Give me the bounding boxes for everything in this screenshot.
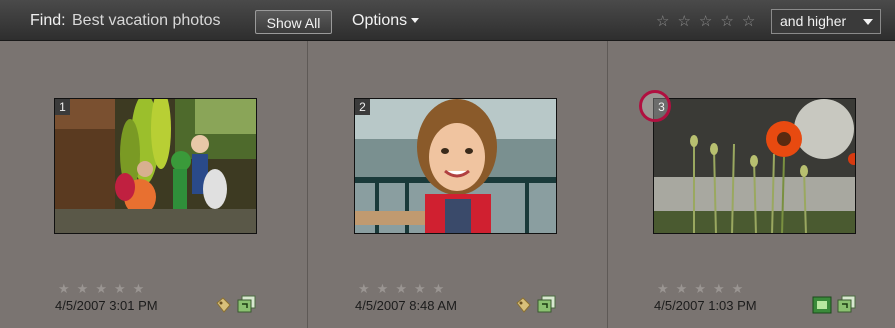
find-label: Find:: [30, 12, 66, 29]
rating-filter-stars[interactable]: ☆ ☆ ☆ ☆ ☆: [656, 12, 763, 31]
photo-image: [355, 99, 556, 233]
star-icon[interactable]: ★: [676, 281, 688, 297]
show-all-button[interactable]: Show All: [255, 10, 332, 34]
photo-date: 4/5/2007 3:01 PM: [55, 298, 158, 313]
stack-icon[interactable]: [237, 295, 257, 314]
star-icon[interactable]: ★: [77, 281, 89, 297]
star-icon[interactable]: ★: [133, 281, 145, 297]
options-menu[interactable]: Options: [352, 12, 420, 30]
photo-rating[interactable]: ★ ★ ★ ★ ★: [657, 280, 750, 298]
photo-number: 2: [355, 99, 370, 115]
star-icon[interactable]: ★: [732, 281, 744, 297]
star-icon[interactable]: ★: [395, 281, 407, 297]
star-icon[interactable]: ★: [114, 281, 126, 297]
star-icon[interactable]: ☆: [656, 12, 669, 30]
photo-number: 1: [55, 99, 70, 115]
star-icon[interactable]: ☆: [720, 12, 733, 30]
star-icon[interactable]: ★: [95, 281, 107, 297]
video-icon[interactable]: [812, 296, 832, 314]
photo-date: 4/5/2007 1:03 PM: [654, 298, 757, 313]
photo-thumbnail[interactable]: 3: [653, 98, 856, 234]
tag-icon[interactable]: [215, 297, 231, 313]
star-icon[interactable]: ★: [414, 281, 426, 297]
star-icon[interactable]: ★: [694, 281, 706, 297]
options-label: Options: [352, 12, 408, 29]
star-icon[interactable]: ☆: [699, 12, 712, 30]
find-bar: Find: Best vacation photos Show All Opti…: [0, 0, 895, 41]
star-icon[interactable]: ☆: [742, 12, 755, 30]
photo-thumbnail[interactable]: 2: [354, 98, 557, 234]
photo-grid: 1 ★ ★ ★ ★ ★ 4/5/2007 3:01 PM 2 ★ ★ ★ ★ ★…: [8, 41, 893, 328]
stack-icon[interactable]: [537, 295, 557, 314]
rating-filter-value: and higher: [780, 13, 847, 29]
callout-highlight: [639, 90, 671, 122]
photo-cell[interactable]: 1 ★ ★ ★ ★ ★ 4/5/2007 3:01 PM: [8, 41, 307, 328]
photo-image: [654, 99, 855, 233]
star-icon[interactable]: ★: [657, 281, 669, 297]
photo-thumbnail[interactable]: 1: [54, 98, 257, 234]
photo-rating[interactable]: ★ ★ ★ ★ ★: [358, 280, 451, 298]
photo-cell[interactable]: 3 ★ ★ ★ ★ ★ 4/5/2007 1:03 PM: [607, 41, 893, 328]
stack-icon[interactable]: [837, 295, 857, 314]
star-icon[interactable]: ★: [713, 281, 725, 297]
rating-filter-dropdown[interactable]: and higher: [771, 9, 881, 34]
photo-rating[interactable]: ★ ★ ★ ★ ★: [58, 280, 151, 298]
star-icon[interactable]: ★: [377, 281, 389, 297]
chevron-down-icon: [863, 19, 873, 25]
photo-date: 4/5/2007 8:48 AM: [355, 298, 457, 313]
photo-image: [55, 99, 256, 233]
star-icon[interactable]: ★: [58, 281, 70, 297]
tag-icon[interactable]: [515, 297, 531, 313]
star-icon[interactable]: ☆: [677, 12, 690, 30]
chevron-down-icon: [411, 18, 420, 24]
photo-cell[interactable]: 2 ★ ★ ★ ★ ★ 4/5/2007 8:48 AM: [307, 41, 607, 328]
star-icon[interactable]: ★: [358, 281, 370, 297]
find-query-text: Best vacation photos: [72, 12, 221, 29]
star-icon[interactable]: ★: [433, 281, 445, 297]
